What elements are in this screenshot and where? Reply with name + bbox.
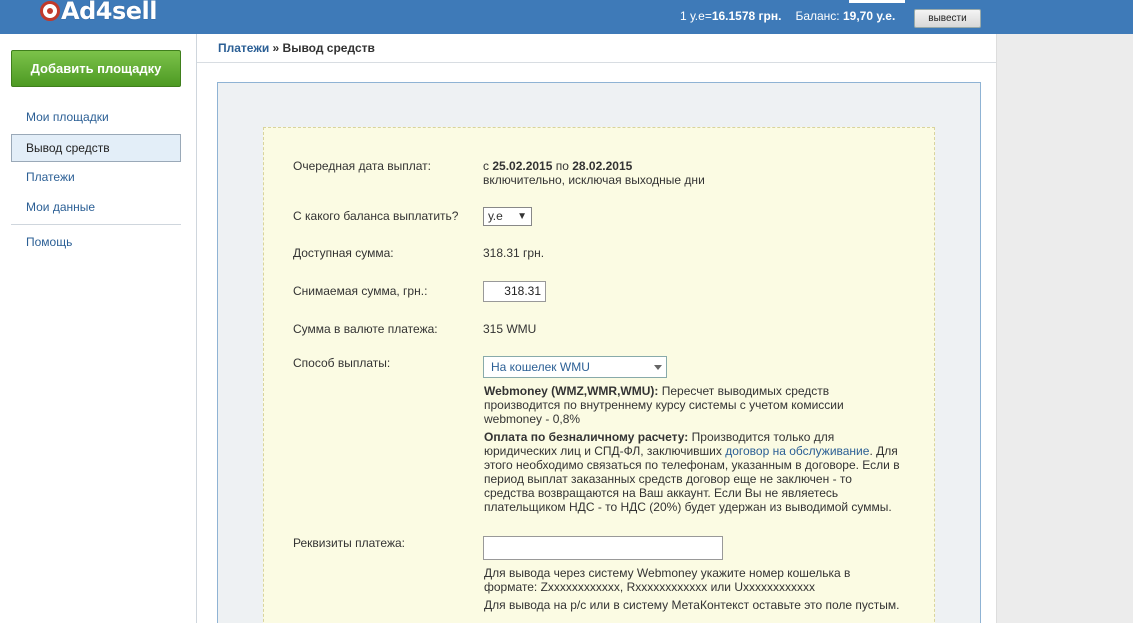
payout-date-label: Очередная дата выплат: (293, 159, 431, 173)
cashless-title: Оплата по безналичному расчету: (484, 430, 689, 444)
sidebar-item-my-sites[interactable]: Мои площадки (11, 104, 181, 132)
top-header: Ad4sell 1 у.е=16.1578 грн. Баланс: 19,70 … (0, 0, 1133, 34)
balance-source-value: у.е (488, 209, 503, 223)
currency-sum-value: 315 WMU (483, 322, 537, 336)
payment-method-label: Способ выплаты: (293, 356, 391, 370)
balance-value: 19,70 у.е. (842, 9, 896, 23)
currency-sum-label: Сумма в валюте платежа: (293, 322, 438, 336)
sidebar-divider (196, 34, 197, 623)
withdraw-header-button[interactable]: вывести (914, 9, 981, 28)
webmoney-description: Webmoney (WMZ,WMR,WMU): Пересчет выводим… (484, 384, 904, 426)
payout-note: включительно, исключая выходные дни (483, 173, 705, 187)
requisites-hint-bank: Для вывода на р/с или в систему МетаКонт… (484, 598, 900, 612)
sidebar-menu: Мои площадки Вывод средств Платежи Мои д… (11, 104, 181, 259)
balance-source-select[interactable]: у.е ▼ (483, 207, 532, 226)
service-contract-link[interactable]: договор на обслуживание (725, 444, 869, 458)
breadcrumb-separator: » (269, 41, 283, 55)
requisites-label: Реквизиты платежа: (293, 536, 405, 550)
available-value: 318.31 грн. (483, 246, 545, 260)
sidebar-item-help[interactable]: Помощь (11, 229, 181, 257)
chevron-down-icon (654, 365, 662, 370)
cashless-description: Оплата по безналичному расчету: Производ… (484, 430, 904, 514)
available-label: Доступная сумма: (293, 246, 394, 260)
payout-date-to: 28.02.2015 (572, 159, 633, 173)
rate-value: 16.1578 грн. (711, 9, 782, 23)
dropdown-arrow-icon: ▼ (517, 211, 527, 222)
breadcrumb: Платежи » Вывод средств (218, 41, 375, 55)
payment-method-value: На кошелек WMU (491, 360, 590, 374)
logo-text: Ad4sell (61, 0, 157, 25)
balance-source-label: С какого баланса выплатить? (293, 209, 459, 223)
sidebar-item-withdraw[interactable]: Вывод средств (11, 134, 181, 162)
payment-method-select[interactable]: На кошелек WMU (483, 356, 667, 378)
right-gutter (996, 34, 1133, 623)
breadcrumb-divider (197, 62, 996, 63)
requisites-input[interactable] (483, 536, 723, 560)
withdraw-amount-label: Снимаемая сумма, грн.: (293, 284, 428, 298)
sidebar-item-my-data[interactable]: Мои данные (11, 194, 181, 222)
logo-icon (40, 1, 60, 21)
requisites-hint-webmoney: Для вывода через систему Webmoney укажит… (484, 566, 851, 594)
header-input-fragment[interactable] (849, 0, 905, 3)
payout-to-text: по (552, 159, 573, 173)
breadcrumb-current: Вывод средств (282, 41, 375, 55)
webmoney-title: Webmoney (WMZ,WMR,WMU): (484, 384, 659, 398)
logo[interactable]: Ad4sell (40, 0, 157, 28)
balance-label: Баланс: (795, 9, 840, 23)
payout-from-text: с (483, 159, 493, 173)
breadcrumb-payments-link[interactable]: Платежи (218, 41, 269, 55)
rate-label: 1 у.е= (680, 9, 712, 23)
sidebar-item-payments[interactable]: Платежи (11, 164, 181, 192)
withdraw-amount-input[interactable]: 318.31 (483, 281, 546, 302)
payout-date-value: с 25.02.2015 по 28.02.2015 включительно,… (483, 159, 705, 187)
add-site-button[interactable]: Добавить площадку (11, 50, 181, 87)
payout-date-from: 25.02.2015 (492, 159, 553, 173)
header-balance-info: 1 у.е=16.1578 грн. Баланс: 19,70 у.е. (680, 9, 895, 23)
sidebar-separator (11, 224, 181, 225)
